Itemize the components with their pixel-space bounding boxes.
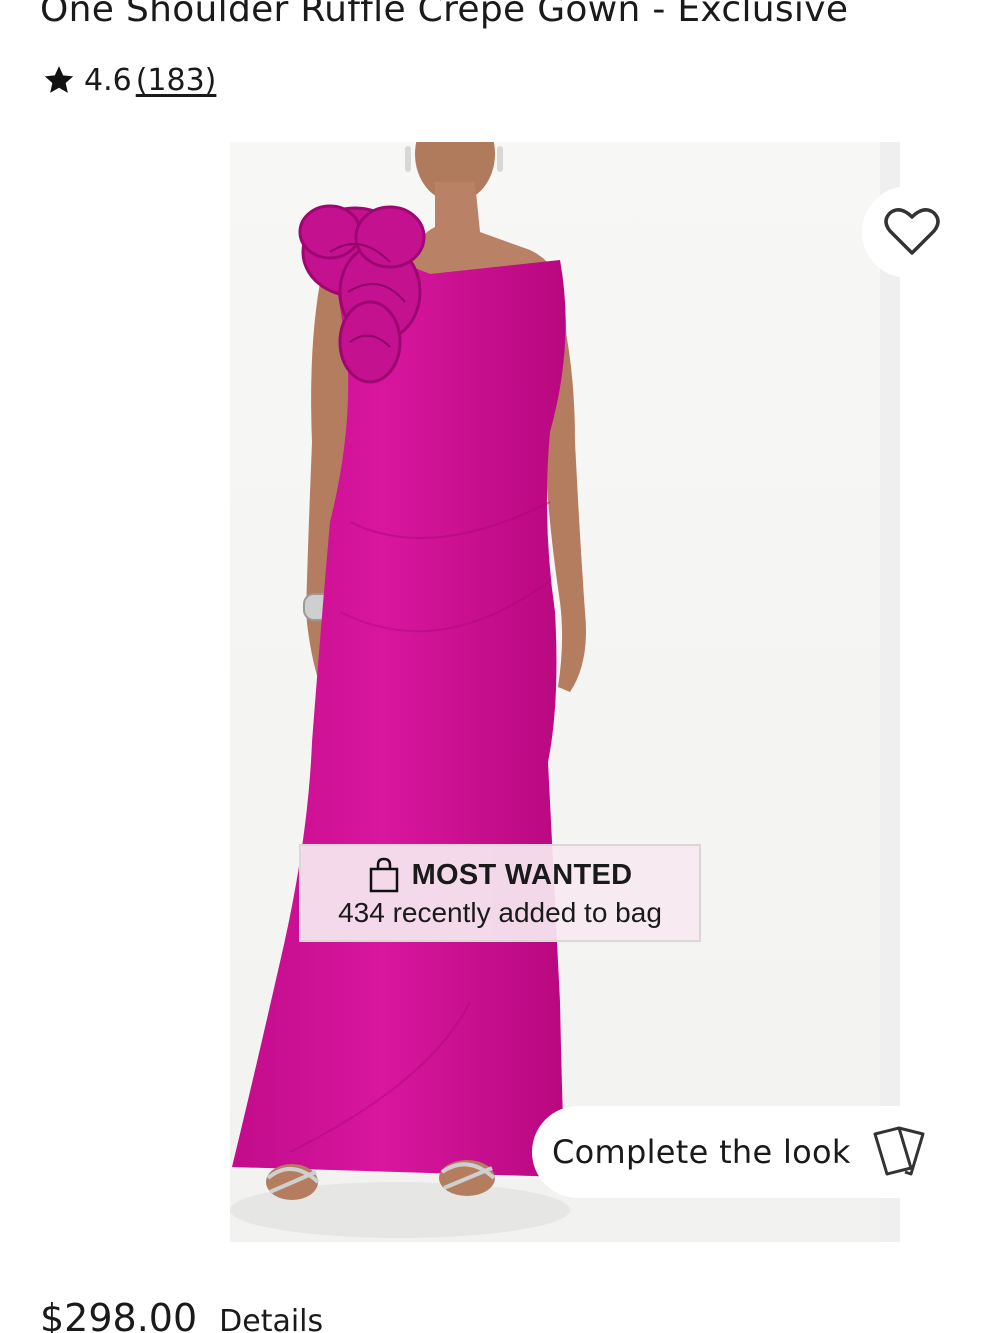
complete-the-look-label: Complete the look xyxy=(552,1133,851,1171)
product-image[interactable] xyxy=(230,142,880,1242)
shopping-bag-icon xyxy=(369,857,398,893)
price: $298.00 xyxy=(40,1296,198,1333)
model-photo xyxy=(230,142,586,1238)
cards-icon xyxy=(873,1126,925,1176)
most-wanted-badge: MOST WANTED 434 recently added to bag xyxy=(299,844,701,942)
product-title: One Shoulder Ruffle Crepe Gown - Exclusi… xyxy=(40,0,849,30)
review-count-link[interactable]: (183) xyxy=(136,63,217,98)
rating-value: 4.6 xyxy=(84,62,132,98)
heart-icon xyxy=(884,208,940,255)
details-link[interactable]: Details xyxy=(219,1304,323,1333)
star-icon xyxy=(44,66,74,93)
rating-row: 4.6 (183) xyxy=(42,60,216,100)
gallery-scrollbar[interactable] xyxy=(880,142,900,1242)
badge-heading: MOST WANTED xyxy=(411,858,633,891)
price-row: $298.00 Details xyxy=(40,1296,323,1333)
wishlist-button[interactable] xyxy=(862,186,962,278)
complete-the-look-button[interactable]: Complete the look xyxy=(532,1106,1000,1198)
badge-subtext: 434 recently added to bag xyxy=(338,897,662,928)
